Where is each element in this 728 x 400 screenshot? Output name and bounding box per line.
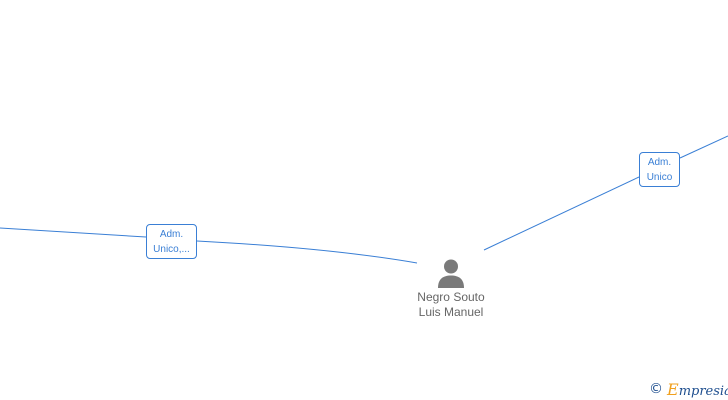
brand-logo: Empresia xyxy=(667,379,728,399)
person-node[interactable]: Negro Souto Luis Manuel xyxy=(405,258,497,320)
person-name-line1: Negro Souto xyxy=(417,290,485,304)
empresia-watermark: © Empresia xyxy=(649,378,728,400)
edge-label-right-line2: Unico xyxy=(646,172,673,183)
edge-line-left xyxy=(0,227,418,264)
copyright-icon: © xyxy=(649,381,663,397)
relationship-graph xyxy=(0,135,728,264)
person-name-line2: Luis Manuel xyxy=(418,305,484,319)
edge-line-right xyxy=(483,135,728,251)
edge-label-left-line1: Adm. xyxy=(159,229,184,240)
edge-label-right[interactable]: Adm. Unico xyxy=(639,152,680,187)
edge-label-left-line2: Unico,... xyxy=(153,244,190,255)
edge-label-left[interactable]: Adm. Unico,... xyxy=(146,224,197,259)
edge-label-right-line1: Adm. xyxy=(647,157,672,168)
person-icon xyxy=(438,259,464,288)
